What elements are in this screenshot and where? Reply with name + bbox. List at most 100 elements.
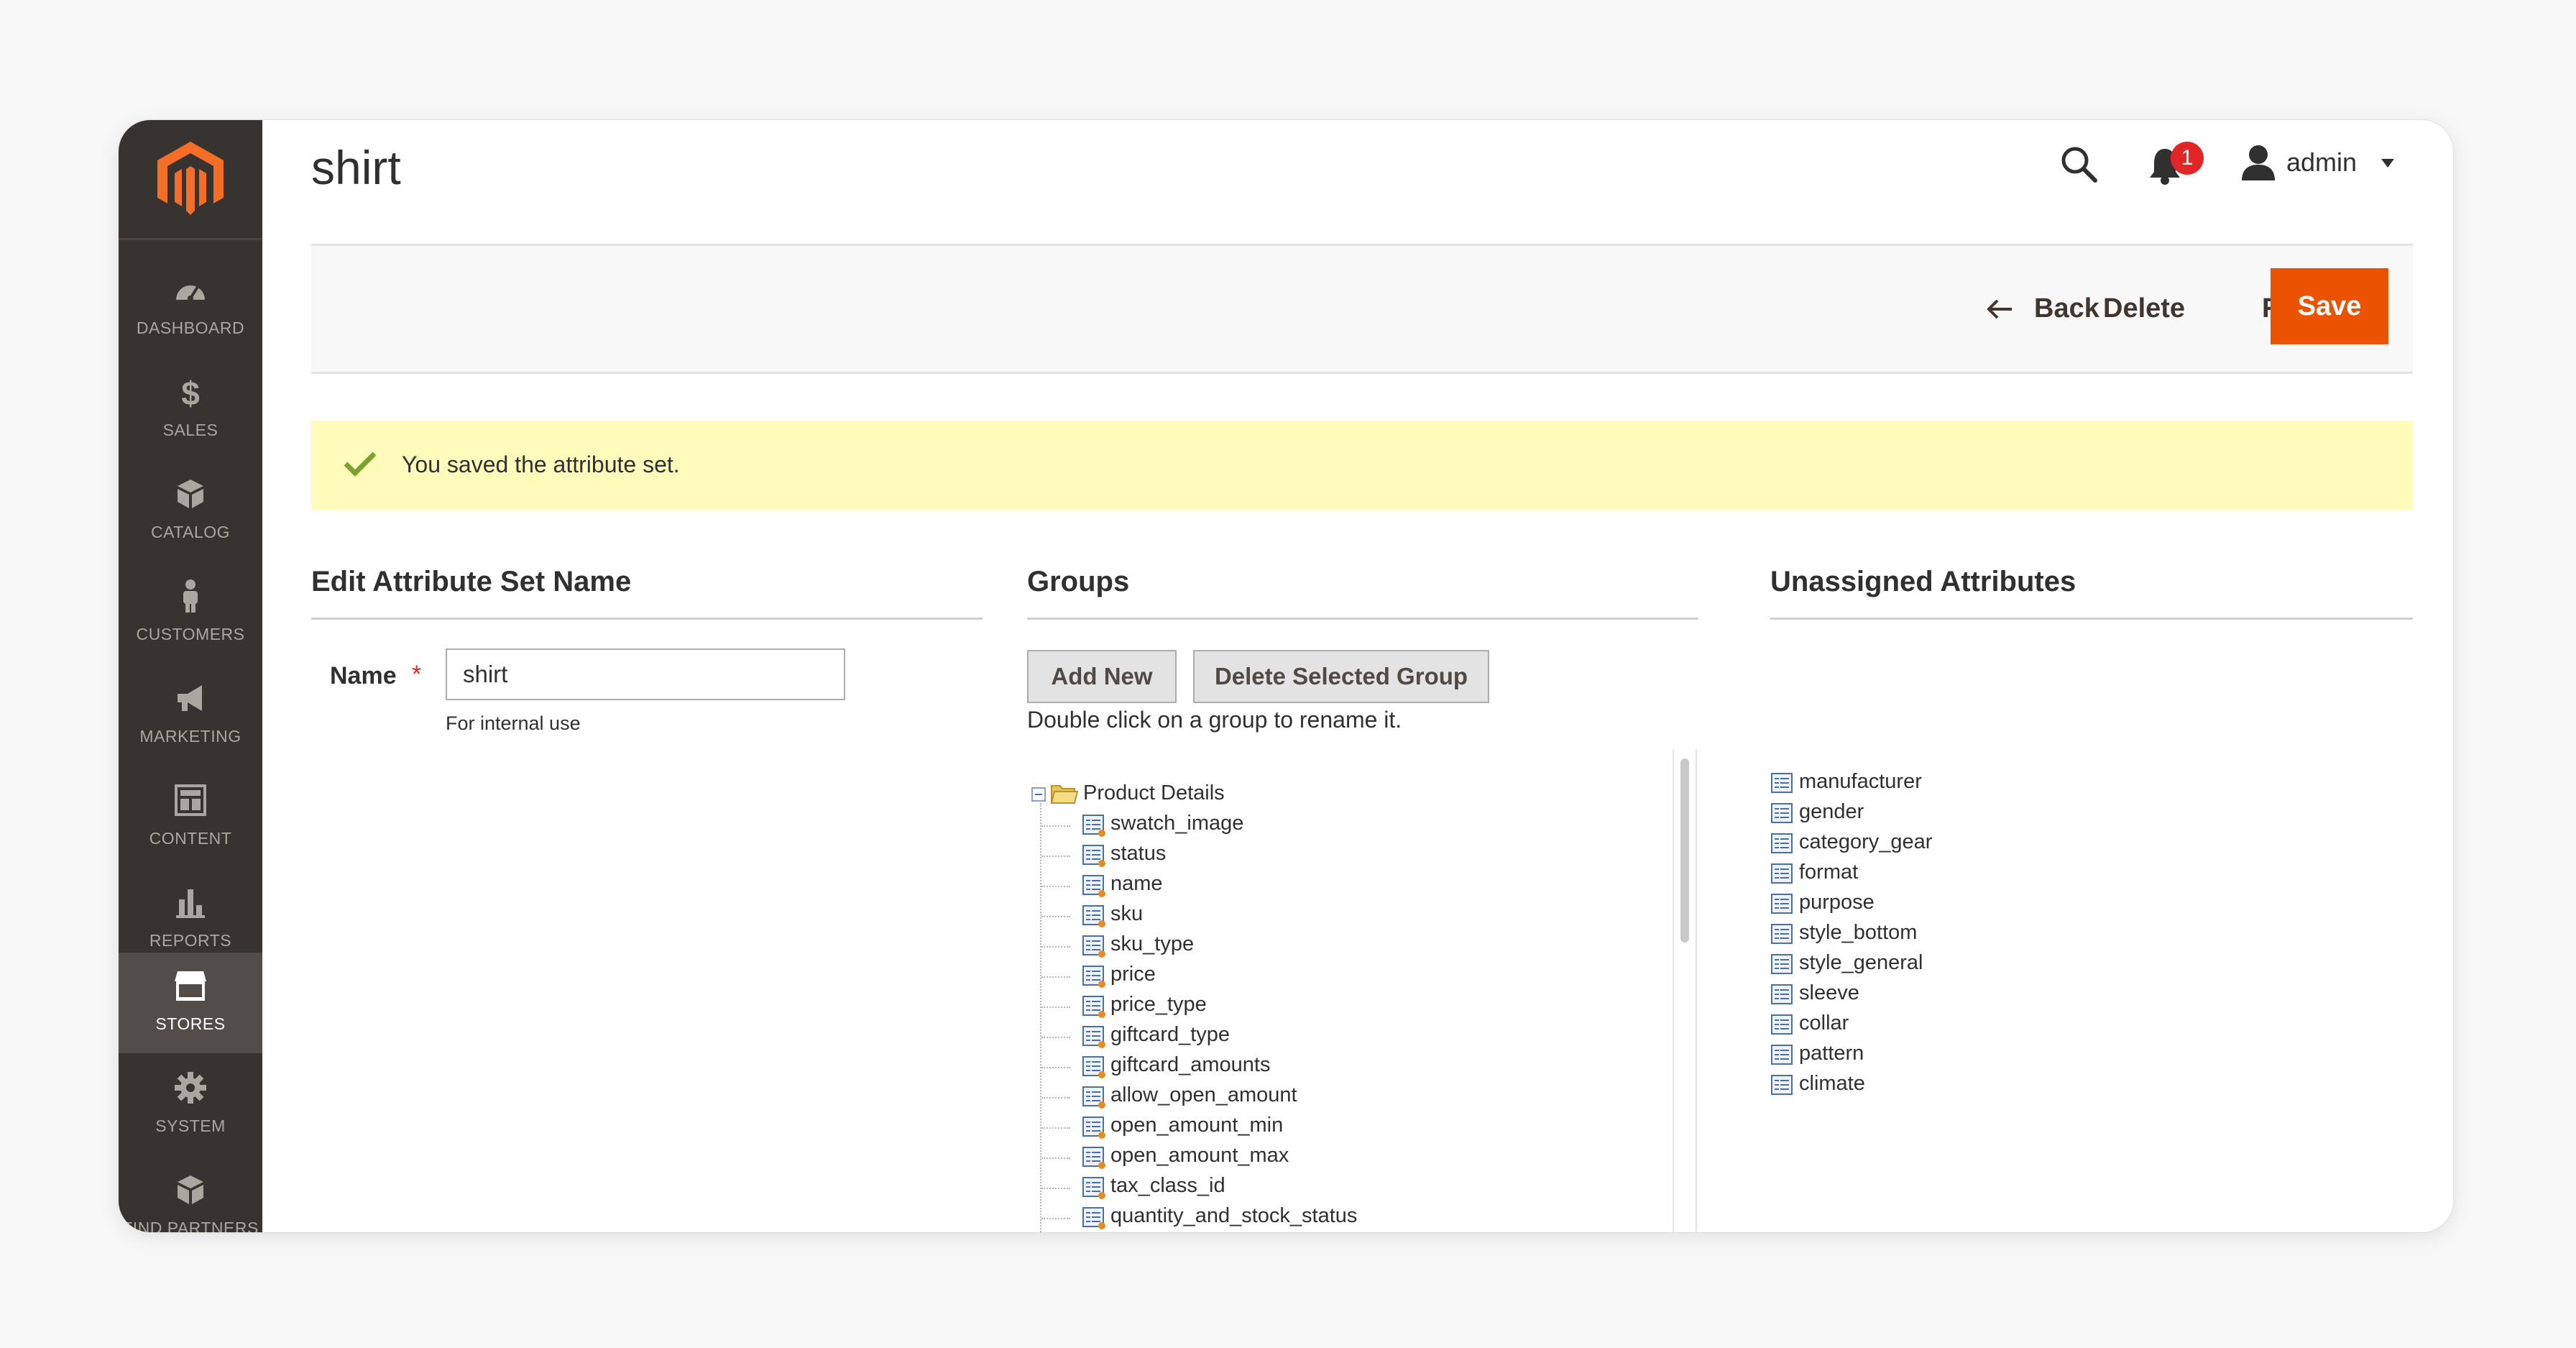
sidebar-item-content[interactable]: CONTENT [119, 767, 262, 868]
content-icon [175, 784, 206, 816]
partners-icon [178, 1175, 203, 1204]
unassigned-attribute-label: gender [1799, 800, 1864, 823]
sidebar-item-sales[interactable]: $ SALES [119, 359, 262, 459]
section-divider [1027, 618, 1698, 620]
attribute-icon [1082, 905, 1105, 927]
attribute-icon [1771, 833, 1793, 853]
sidebar-item-label: CONTENT [149, 829, 232, 848]
sidebar-item-label: SYSTEM [155, 1117, 226, 1135]
search-icon[interactable] [2059, 145, 2099, 185]
column-divider [1696, 750, 1697, 1232]
groups-hint: Double click on a group to rename it. [1027, 707, 1402, 733]
sidebar-item-stores[interactable]: STORES [119, 953, 262, 1053]
attribute-icon [1082, 1207, 1105, 1229]
unassigned-attribute-label: purpose [1799, 891, 1874, 914]
attribute-icon [1082, 1177, 1105, 1199]
attribute-icon [1082, 935, 1105, 958]
magento-logo-icon[interactable] [155, 140, 226, 218]
attribute-icon [1771, 954, 1793, 974]
attribute-icon [1771, 1014, 1793, 1035]
save-button[interactable]: Save [2271, 268, 2388, 344]
unassigned-attribute-label: style_bottom [1799, 921, 1918, 944]
attribute-icon [1771, 803, 1793, 823]
tree-attribute-label: name [1110, 872, 1163, 895]
attribute-icon [1082, 815, 1105, 837]
tree-guide-line [1041, 1157, 1070, 1159]
message-text: You saved the attribute set. [402, 451, 680, 477]
megaphone-icon [178, 685, 202, 711]
admin-user-menu[interactable]: admin [2286, 147, 2357, 178]
person-icon [183, 579, 198, 613]
attribute-icon [1771, 894, 1793, 914]
dashboard-icon [176, 285, 205, 301]
tree-guide-line [1041, 916, 1070, 917]
sidebar-item-label: DASHBOARD [136, 318, 245, 337]
tree-guide-line [1041, 1067, 1070, 1068]
tree-attribute-label: giftcard_amounts [1110, 1053, 1271, 1076]
sidebar-item-marketing[interactable]: MARKETING [119, 665, 262, 766]
tree-guide-line [1041, 1218, 1070, 1219]
delete-button[interactable]: Delete [2103, 246, 2185, 372]
collapse-icon[interactable] [1031, 787, 1046, 802]
attribute-icon [1771, 984, 1793, 1004]
tree-guide-line [1041, 1127, 1070, 1129]
tree-attribute-label: open_amount_max [1110, 1144, 1289, 1167]
attribute-icon [1082, 875, 1105, 897]
unassigned-attribute-label: sleeve [1799, 981, 1859, 1004]
unassigned-attribute-label: collar [1799, 1012, 1849, 1035]
sidebar-item-label: CATALOG [151, 523, 230, 541]
tree-guide-line [1041, 825, 1070, 827]
tree-attribute-label: status [1110, 842, 1167, 865]
add-new-group-button[interactable]: Add New [1027, 650, 1177, 703]
tree-guide-line [1041, 946, 1070, 948]
delete-selected-group-button[interactable]: Delete Selected Group [1193, 650, 1489, 703]
sidebar-divider [119, 238, 262, 240]
chevron-down-icon[interactable] [2380, 157, 2396, 169]
tree-guide-line [1041, 1188, 1070, 1189]
gear-icon [175, 1072, 206, 1104]
sidebar-item-label: FIND PARTNERS [122, 1219, 259, 1232]
svg-text:$: $ [181, 375, 200, 409]
unassigned-attribute-label: format [1799, 861, 1859, 884]
back-button[interactable]: Back [2034, 246, 2099, 372]
attribute-icon [1082, 996, 1105, 1018]
sidebar-item-dashboard[interactable]: DASHBOARD [119, 257, 262, 357]
attribute-icon [1771, 863, 1793, 884]
cube-icon [178, 480, 203, 508]
attribute-icon [1082, 845, 1105, 867]
user-icon[interactable] [2240, 143, 2276, 183]
tree-guide-line [1041, 1007, 1070, 1008]
name-input[interactable] [446, 648, 845, 700]
unassigned-attribute-label: style_general [1799, 951, 1923, 974]
tree-attribute-label: quantity_and_stock_status [1110, 1204, 1358, 1227]
tree-guide-line [1041, 886, 1070, 887]
page-actions-bar: Back Delete Reset [311, 244, 2413, 374]
sidebar-item-system[interactable]: SYSTEM [119, 1055, 262, 1155]
checkmark-icon [344, 451, 377, 477]
tree-guide-line [1041, 1097, 1070, 1099]
sidebar-item-catalog[interactable]: CATALOG [119, 461, 262, 561]
section-divider [1770, 618, 2413, 620]
tree-guide-line [1041, 856, 1070, 857]
attribute-icon [1082, 1026, 1105, 1048]
sidebar-item-find-partners[interactable]: FIND PARTNERS [119, 1157, 262, 1232]
sidebar-item-label: MARKETING [139, 727, 242, 746]
notification-badge[interactable]: 1 [2171, 142, 2204, 175]
attribute-icon [1771, 773, 1793, 793]
tree-guide-line [1040, 803, 1041, 1232]
tree-group-product-details[interactable]: Product Details [1083, 781, 1225, 805]
attribute-icon [1082, 1056, 1105, 1078]
tree-scrollbar-thumb[interactable] [1680, 758, 1689, 943]
tree-attribute-label: swatch_image [1110, 812, 1244, 835]
tree-attribute-label: price [1110, 963, 1156, 986]
section-divider [311, 618, 983, 620]
sidebar-item-customers[interactable]: CUSTOMERS [119, 563, 262, 664]
unassigned-attribute-label: climate [1799, 1072, 1865, 1095]
back-arrow-icon[interactable] [1984, 298, 2013, 320]
unassigned-attribute-label: category_gear [1799, 830, 1933, 853]
unassigned-attribute-label: pattern [1799, 1042, 1864, 1065]
app-window: DASHBOARD $ SALES CATALOG CUSTOMERS MARK… [119, 120, 2453, 1232]
unassigned-title: Unassigned Attributes [1770, 566, 2076, 597]
attribute-icon [1082, 1117, 1105, 1139]
sidebar-item-label: CUSTOMERS [136, 625, 245, 643]
